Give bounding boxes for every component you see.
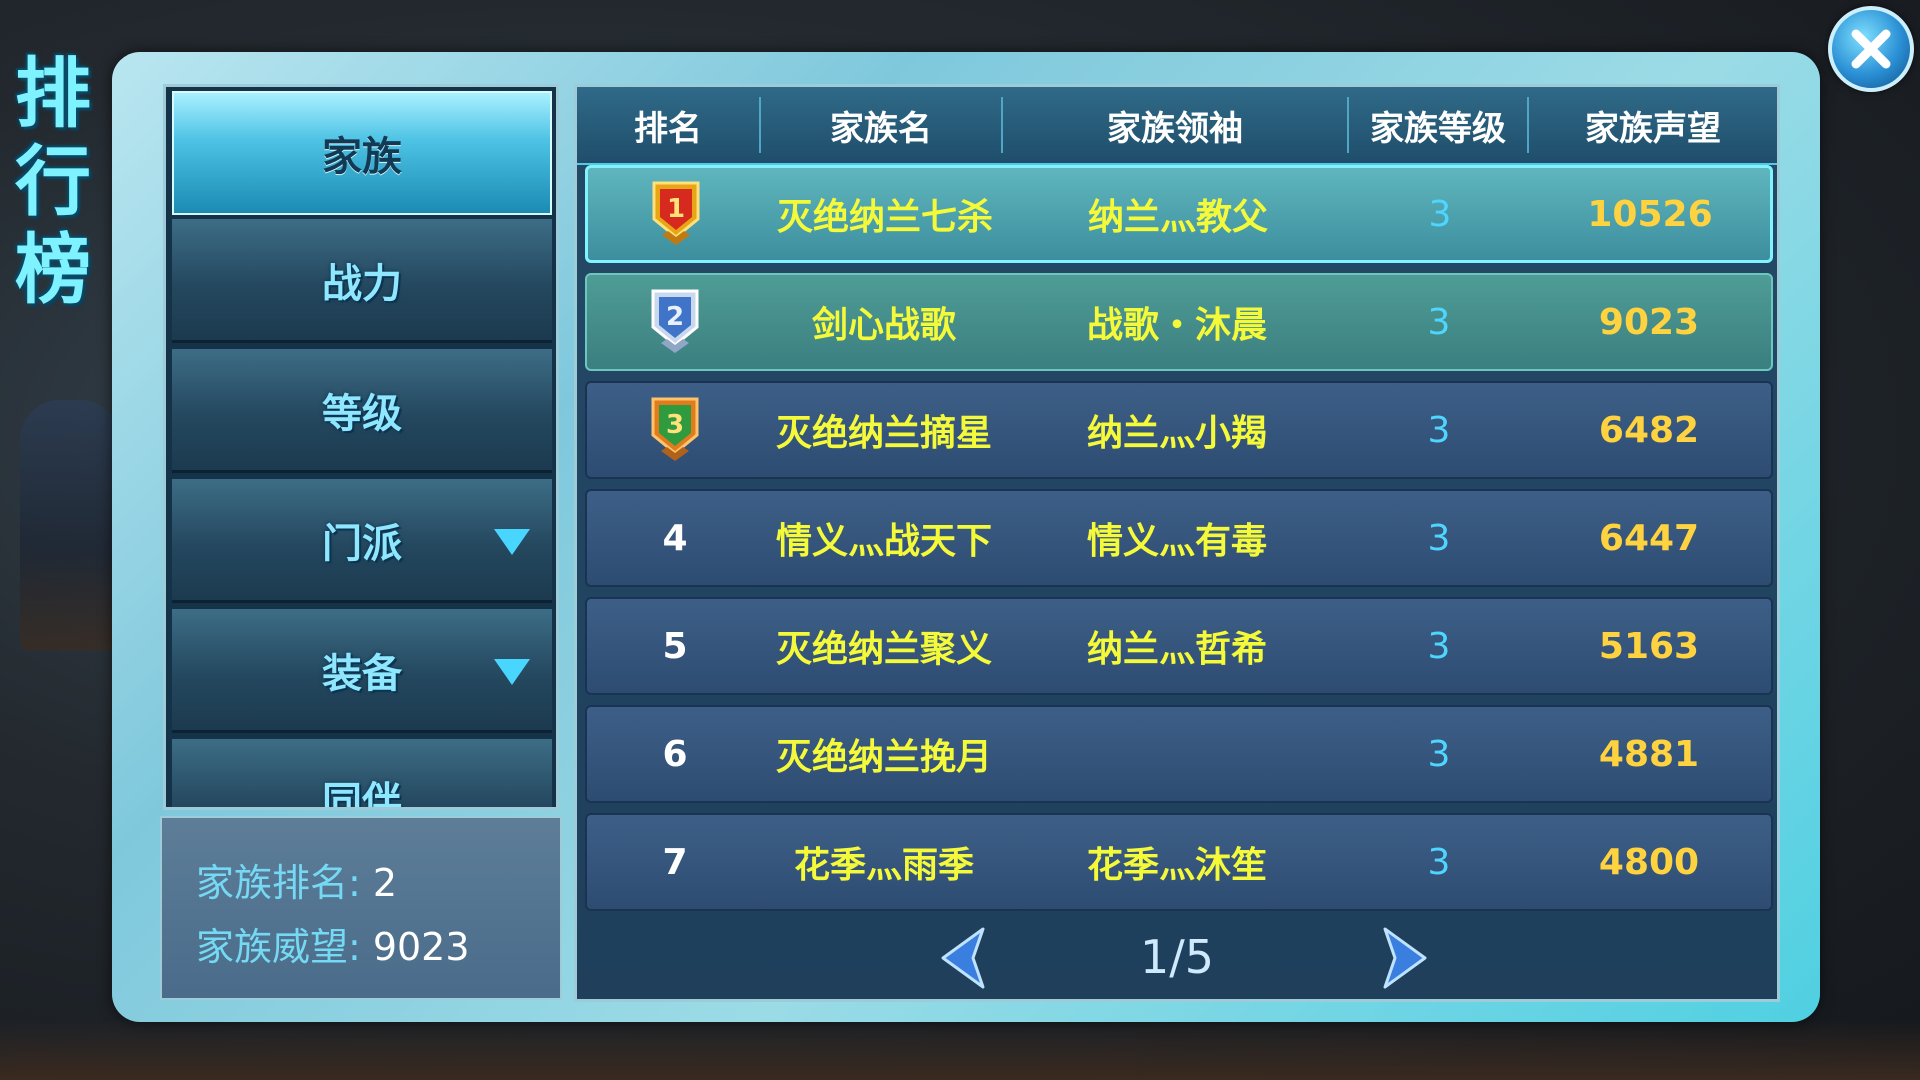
- rank-badge-number: 2: [666, 302, 684, 332]
- header-family-prestige: 家族声望: [1585, 108, 1721, 149]
- prestige-cell: 9023: [1598, 301, 1700, 343]
- rank-cell: 4: [662, 517, 688, 559]
- level-cell: 3: [1427, 409, 1451, 451]
- family-name-cell: 灭绝纳兰摘星: [775, 413, 992, 454]
- family-name-cell: 情义灬战天下: [775, 521, 992, 562]
- table-header: 排名 家族名 家族领袖 家族等级 家族声望: [577, 87, 1777, 165]
- pagination: 1/5: [577, 915, 1777, 999]
- triangle-down-icon[interactable]: [494, 529, 530, 555]
- prestige-cell: 10526: [1587, 193, 1713, 235]
- page-indicator: 1/5: [1139, 930, 1215, 984]
- level-cell: 3: [1427, 733, 1451, 775]
- close-icon: [1851, 29, 1891, 69]
- arrow-left-icon[interactable]: [929, 923, 999, 993]
- menu-item-level[interactable]: 等级: [172, 349, 552, 473]
- page-title: 排行榜: [15, 49, 91, 314]
- rank-cell: 2: [587, 275, 763, 369]
- table-row[interactable]: 6 灭绝纳兰挽月 3 4881: [585, 705, 1773, 803]
- table-row[interactable]: 1 灭绝纳兰七杀 纳兰灬教父 3 10526: [585, 165, 1773, 263]
- family-prestige-value: 9023: [372, 925, 470, 969]
- background-ground: [0, 1020, 1920, 1080]
- prestige-cell: 5163: [1598, 625, 1700, 667]
- rank-badge-number: 1: [667, 194, 685, 224]
- silver-shield-icon: 2: [651, 289, 699, 353]
- family-prestige-label: 家族威望:: [196, 925, 361, 969]
- close-button[interactable]: [1828, 6, 1914, 92]
- table-row[interactable]: 3 灭绝纳兰摘星 纳兰灬小羯 3 6482: [585, 381, 1773, 479]
- family-rank-row: 家族排名: 2: [196, 852, 397, 907]
- menu-item-label: 装备: [322, 650, 402, 697]
- level-cell: 3: [1427, 841, 1451, 883]
- leader-cell: 纳兰灬小羯: [1086, 413, 1267, 454]
- rank-cell: 6: [662, 733, 688, 775]
- menu-item-equipment[interactable]: 装备: [172, 609, 552, 733]
- leader-cell: 花季灬沐笙: [1086, 845, 1267, 886]
- menu-item-companion[interactable]: 同伴: [172, 739, 552, 810]
- leader-cell: 战歌・沐晨: [1086, 305, 1267, 346]
- prestige-cell: 6447: [1598, 517, 1700, 559]
- menu-item-label: 家族: [322, 134, 402, 180]
- family-name-cell: 灭绝纳兰七杀: [776, 197, 993, 238]
- green-shield-icon: 3: [651, 397, 699, 461]
- family-name-cell: 灭绝纳兰挽月: [775, 737, 992, 778]
- header-family-name: 家族名: [830, 108, 932, 149]
- rank-badge-number: 3: [666, 410, 684, 440]
- menu-item-label: 门派: [322, 520, 402, 567]
- leader-cell: 纳兰灬哲希: [1086, 629, 1267, 670]
- family-prestige-row: 家族威望: 9023: [196, 916, 470, 971]
- level-cell: 3: [1427, 301, 1451, 343]
- level-cell: 3: [1427, 517, 1451, 559]
- menu-item-family[interactable]: 家族: [172, 91, 552, 215]
- family-rank-label: 家族排名:: [196, 861, 361, 905]
- menu-item-sect[interactable]: 门派: [172, 479, 552, 603]
- table-row[interactable]: 7 花季灬雨季 花季灬沐笙 3 4800: [585, 813, 1773, 911]
- table-row[interactable]: 5 灭绝纳兰聚义 纳兰灬哲希 3 5163: [585, 597, 1773, 695]
- level-cell: 3: [1427, 625, 1451, 667]
- background-character: [20, 400, 120, 650]
- family-name-cell: 剑心战歌: [811, 305, 956, 346]
- rank-cell: 1: [588, 168, 764, 260]
- table-row[interactable]: 4 情义灬战天下 情义灬有毒 3 6447: [585, 489, 1773, 587]
- prestige-cell: 4800: [1598, 841, 1700, 883]
- leader-cell: 纳兰灬教父: [1087, 197, 1268, 238]
- header-rank: 排名: [634, 108, 702, 149]
- rank-cell: 5: [662, 625, 688, 667]
- family-name-cell: 灭绝纳兰聚义: [775, 629, 992, 670]
- family-stats-box: 家族排名: 2 家族威望: 9023: [160, 816, 562, 1000]
- leader-cell: [1005, 707, 1349, 801]
- leader-cell: 情义灬有毒: [1086, 521, 1267, 562]
- family-rank-value: 2: [372, 861, 397, 905]
- rank-cell: 7: [662, 841, 688, 883]
- table-row[interactable]: 2 剑心战歌 战歌・沐晨 3 9023: [585, 273, 1773, 371]
- header-family-leader: 家族领袖: [1107, 108, 1243, 149]
- arrow-right-icon[interactable]: [1369, 923, 1439, 993]
- ranking-table: 排名 家族名 家族领袖 家族等级 家族声望 1 灭绝纳兰七杀 纳兰灬教父 3 1…: [574, 84, 1780, 1002]
- menu-item-label: 同伴: [322, 779, 402, 810]
- header-family-level: 家族等级: [1370, 108, 1506, 149]
- triangle-down-icon[interactable]: [494, 659, 530, 685]
- menu-item-power[interactable]: 战力: [172, 219, 552, 343]
- prestige-cell: 4881: [1598, 733, 1700, 775]
- gold-shield-icon: 1: [652, 181, 700, 245]
- menu-item-label: 战力: [322, 260, 402, 307]
- level-cell: 3: [1428, 193, 1452, 235]
- category-menu: 家族 战力 等级 门派 装备 同伴: [163, 84, 559, 810]
- family-name-cell: 花季灬雨季: [793, 845, 974, 886]
- prestige-cell: 6482: [1598, 409, 1700, 451]
- rank-cell: 3: [587, 383, 763, 477]
- menu-item-label: 等级: [322, 390, 402, 437]
